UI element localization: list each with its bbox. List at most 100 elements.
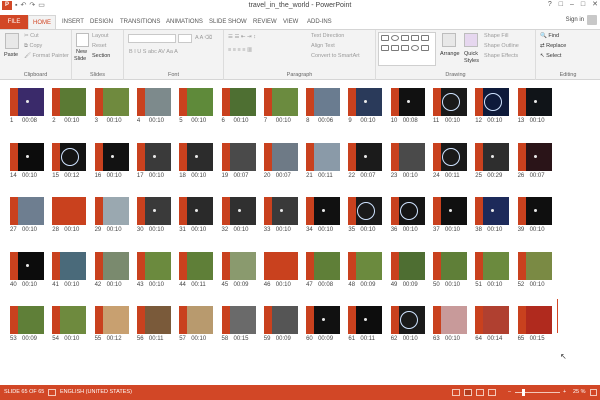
tab-view[interactable]: VIEW xyxy=(279,15,302,29)
slide-preview[interactable] xyxy=(517,251,552,280)
shape-line-icon[interactable] xyxy=(401,35,409,41)
slide-thumbnail[interactable]: 40 00:10 xyxy=(10,251,44,288)
slide-thumbnail[interactable]: 60 00:09 xyxy=(306,306,341,342)
slide-thumbnail[interactable]: 64 00:14 xyxy=(475,306,510,342)
reset-button[interactable]: Reset xyxy=(92,42,106,50)
maximize-icon[interactable]: □ xyxy=(581,0,585,10)
slide-preview[interactable] xyxy=(348,251,383,280)
slide-thumbnail[interactable]: 34 00:10 xyxy=(306,197,341,233)
quick-styles-button-2[interactable]: Styles xyxy=(464,57,479,65)
slide-thumbnail[interactable]: 65 00:15 xyxy=(517,306,552,342)
slide-show-view-icon[interactable] xyxy=(488,389,496,396)
slide-thumbnail[interactable]: 20 00:07 xyxy=(263,142,298,179)
slide-thumbnail[interactable]: 44 00:11 xyxy=(179,251,214,288)
slide-thumbnail[interactable]: 4 00:10 xyxy=(136,88,171,124)
slide-preview[interactable] xyxy=(94,306,129,334)
shape-rectangle-icon[interactable] xyxy=(381,35,389,41)
slide-thumbnail[interactable]: 13 00:10 xyxy=(517,88,552,124)
slide-thumbnail[interactable]: 47 00:08 xyxy=(306,251,341,288)
slide-thumbnail[interactable]: 32 00:10 xyxy=(221,197,256,233)
slide-preview[interactable] xyxy=(136,197,171,225)
slide-thumbnail[interactable]: 63 00:10 xyxy=(433,306,467,342)
slide-thumbnail[interactable]: 30 00:10 xyxy=(136,197,171,233)
slide-preview[interactable] xyxy=(433,197,467,225)
tab-review[interactable]: REVIEW xyxy=(249,15,281,29)
slide-preview[interactable] xyxy=(348,197,383,225)
slide-thumbnail[interactable]: 57 00:10 xyxy=(179,306,214,342)
slide-preview[interactable] xyxy=(94,197,129,225)
slide-thumbnail[interactable]: 23 00:10 xyxy=(390,142,425,179)
slide-thumbnail[interactable]: 9 00:10 xyxy=(348,88,383,124)
slide-thumbnail[interactable]: 19 00:07 xyxy=(221,142,256,179)
slide-thumbnail[interactable]: 54 00:10 xyxy=(52,306,87,342)
tab-home[interactable]: HOME xyxy=(28,15,56,29)
slide-thumbnail[interactable]: 37 00:10 xyxy=(433,197,467,233)
slide-thumbnail[interactable]: 6 00:10 xyxy=(221,88,256,124)
account-icon[interactable] xyxy=(587,15,597,25)
shape-more-icon[interactable] xyxy=(421,45,429,51)
slide-thumbnail[interactable]: 5 00:10 xyxy=(179,88,214,124)
slide-thumbnail[interactable]: 35 00:10 xyxy=(348,197,383,233)
slide-preview[interactable] xyxy=(10,251,44,280)
slide-preview[interactable] xyxy=(10,142,44,171)
slide-preview[interactable] xyxy=(10,197,44,225)
select-button[interactable]: ↖ Select xyxy=(540,52,561,60)
slide-thumbnail[interactable]: 62 00:10 xyxy=(390,306,425,342)
slide-preview[interactable] xyxy=(221,142,256,171)
copy-button[interactable]: ⧉ Copy xyxy=(24,42,42,50)
slide-thumbnail[interactable]: 7 00:10 xyxy=(263,88,298,124)
slide-thumbnail[interactable]: 55 00:12 xyxy=(94,306,129,342)
minimize-icon[interactable]: – xyxy=(570,0,574,10)
slide-thumbnail[interactable]: 41 00:10 xyxy=(52,251,87,288)
slide-preview[interactable] xyxy=(94,251,129,280)
slide-preview[interactable] xyxy=(433,142,467,171)
slide-sorter-view-icon[interactable] xyxy=(464,389,472,396)
zoom-in-button[interactable]: + xyxy=(563,385,566,400)
replace-button[interactable]: ⇄ Replace xyxy=(540,42,566,50)
shape-arrow-icon[interactable] xyxy=(411,35,419,41)
slide-preview[interactable] xyxy=(52,88,87,116)
slide-preview[interactable] xyxy=(263,306,298,334)
paste-button[interactable]: Paste xyxy=(4,51,18,59)
slide-thumbnail[interactable]: 12 00:10 xyxy=(475,88,510,124)
slide-thumbnail[interactable]: 45 00:09 xyxy=(221,251,256,288)
slide-thumbnail[interactable]: 52 00:10 xyxy=(517,251,552,288)
slide-preview[interactable] xyxy=(306,88,341,116)
slide-thumbnail[interactable]: 27 00:10 xyxy=(10,197,44,233)
reading-view-icon[interactable] xyxy=(476,389,484,396)
slide-preview[interactable] xyxy=(52,306,87,334)
slide-thumbnail[interactable]: 15 00:12 xyxy=(52,142,87,179)
slide-thumbnail[interactable]: 56 00:11 xyxy=(136,306,171,342)
grow-font-button[interactable]: A A ⌫ xyxy=(195,34,212,42)
slide-preview[interactable] xyxy=(475,251,510,280)
slide-thumbnail[interactable]: 1 00:08 xyxy=(10,88,44,124)
slide-preview[interactable] xyxy=(179,142,214,171)
slide-preview[interactable] xyxy=(433,306,467,334)
slide-thumbnail[interactable]: 28 00:10 xyxy=(52,197,87,233)
slide-thumbnail[interactable]: 61 00:11 xyxy=(348,306,383,342)
slide-preview[interactable] xyxy=(263,88,298,116)
slide-preview[interactable] xyxy=(263,251,298,280)
slide-preview[interactable] xyxy=(52,251,87,280)
slide-preview[interactable] xyxy=(390,251,425,280)
shape-star-icon[interactable] xyxy=(391,45,399,51)
shape-triangle-icon[interactable] xyxy=(421,35,429,41)
close-icon[interactable]: ✕ xyxy=(592,0,598,10)
zoom-level[interactable]: 25 % xyxy=(573,385,586,400)
slide-thumbnail[interactable]: 48 00:09 xyxy=(348,251,383,288)
align-text-button[interactable]: Align Text xyxy=(311,42,335,50)
shape-callout-icon[interactable] xyxy=(381,45,389,51)
slide-thumbnail[interactable]: 58 00:15 xyxy=(221,306,256,342)
slide-preview[interactable] xyxy=(10,88,44,116)
slide-preview[interactable] xyxy=(306,306,341,334)
slide-preview[interactable] xyxy=(348,142,383,171)
new-slide-icon[interactable] xyxy=(76,33,89,47)
slide-preview[interactable] xyxy=(517,197,552,225)
align-buttons[interactable]: ≡ ≡ ≡ ≡ ▥ xyxy=(228,46,252,54)
slide-preview[interactable] xyxy=(390,306,425,334)
slide-thumbnail[interactable]: 38 00:10 xyxy=(475,197,510,233)
slide-preview[interactable] xyxy=(475,142,510,171)
font-name-combo[interactable] xyxy=(128,34,176,43)
slide-thumbnail[interactable]: 46 00:10 xyxy=(263,251,298,288)
help-icon[interactable]: ? xyxy=(548,0,552,10)
